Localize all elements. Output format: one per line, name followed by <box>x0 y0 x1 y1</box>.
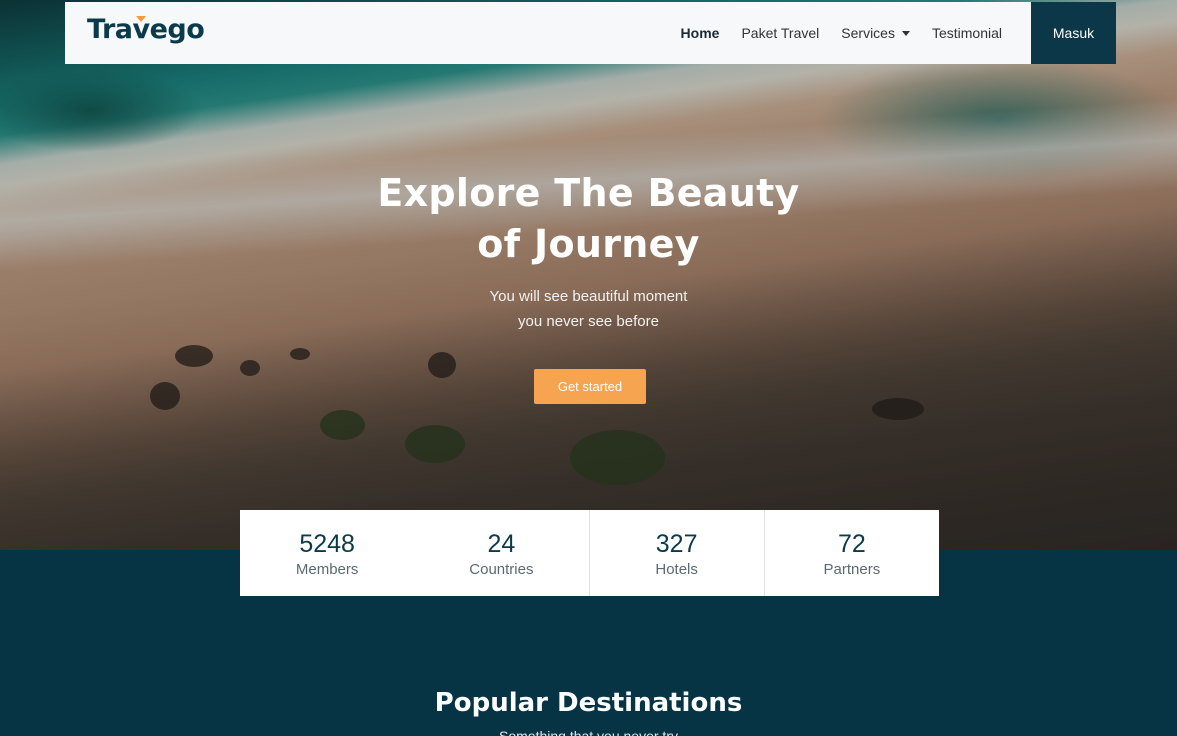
stat-countries: 24 Countries <box>414 510 588 596</box>
login-button[interactable]: Masuk <box>1031 2 1116 64</box>
nav-link-label: Services <box>841 25 895 41</box>
nav-link-label: Home <box>680 25 720 41</box>
nav-link-paket-travel[interactable]: Paket Travel <box>741 25 819 41</box>
brand-logo[interactable]: Travego <box>87 14 205 45</box>
nav-link-home[interactable]: Home <box>681 25 720 41</box>
top-navbar: Travego Home Paket Travel Services Testi… <box>65 2 1031 64</box>
stat-label: Partners <box>823 560 881 578</box>
stat-value: 72 <box>837 529 866 558</box>
stat-label: Hotels <box>655 560 698 578</box>
stats-card: 5248 Members 24 Countries 327 Hotels 72 … <box>240 510 939 596</box>
stat-label: Countries <box>469 560 534 578</box>
stat-partners: 72 Partners <box>763 510 939 596</box>
hero-background-image <box>0 0 1177 550</box>
chevron-down-icon <box>901 30 910 36</box>
get-started-button[interactable]: Get started <box>534 369 646 404</box>
nav-link-testimonial[interactable]: Testimonial <box>932 25 1002 41</box>
nav-link-label: Testimonial <box>931 25 1002 41</box>
nav-link-services[interactable]: Services <box>841 25 910 41</box>
nav-link-label: Paket Travel <box>741 25 820 41</box>
hero-title: Explore The Beauty of Journey <box>377 171 800 266</box>
nav-links: Home Paket Travel Services Testimonial <box>659 2 1002 64</box>
stat-value: 24 <box>487 529 516 558</box>
section-title: Popular Destinations <box>434 688 743 718</box>
stat-label: Members <box>295 560 359 578</box>
hero-subtitle: You will see beautiful moment you never … <box>489 288 688 330</box>
stat-value: 327 <box>655 529 698 558</box>
stat-value: 5248 <box>299 529 355 558</box>
hero-overlay <box>0 0 1177 550</box>
section-subtitle: Something that you never try <box>499 728 678 736</box>
brand-accent-icon: v <box>132 14 151 45</box>
stat-members: 5248 Members <box>240 510 414 596</box>
stat-hotels: 327 Hotels <box>588 510 764 596</box>
brand-name: Travego <box>87 14 205 45</box>
